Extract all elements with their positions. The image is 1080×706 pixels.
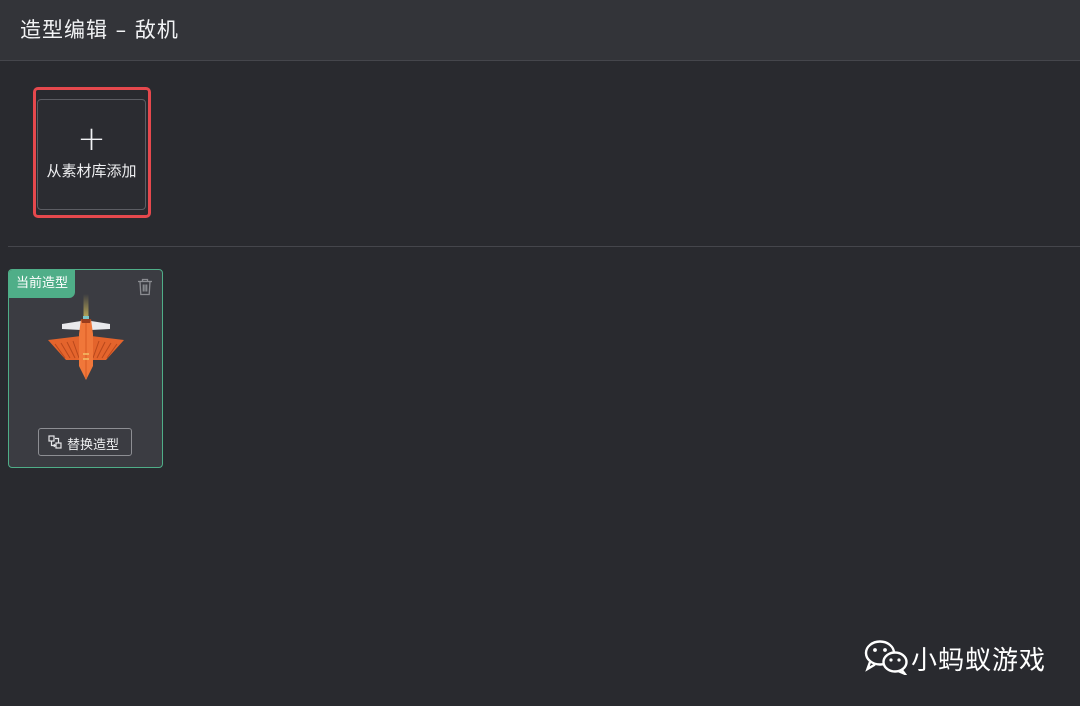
trash-icon[interactable] [137,278,153,296]
replace-costume-button[interactable]: 替换造型 [38,428,132,456]
replace-costume-label: 替换造型 [67,438,120,453]
plus-icon: + [77,119,106,159]
page-title: 造型编辑 – 敌机 [20,18,179,42]
swap-icon [48,435,62,449]
watermark: 小蚂蚁游戏 [864,636,1064,680]
add-from-library-label: 从素材库添加 [46,162,137,180]
editor-header: 造型编辑 – 敌机 [0,0,1080,61]
costume-card[interactable]: 当前造型 替换造型 [8,269,163,468]
enemy-plane-sprite [48,294,124,380]
add-from-library-button[interactable]: + 从素材库添加 [37,99,146,210]
watermark-text: 小蚂蚁游戏 [911,646,1047,676]
wechat-icon [864,640,908,675]
section-divider [8,246,1080,247]
